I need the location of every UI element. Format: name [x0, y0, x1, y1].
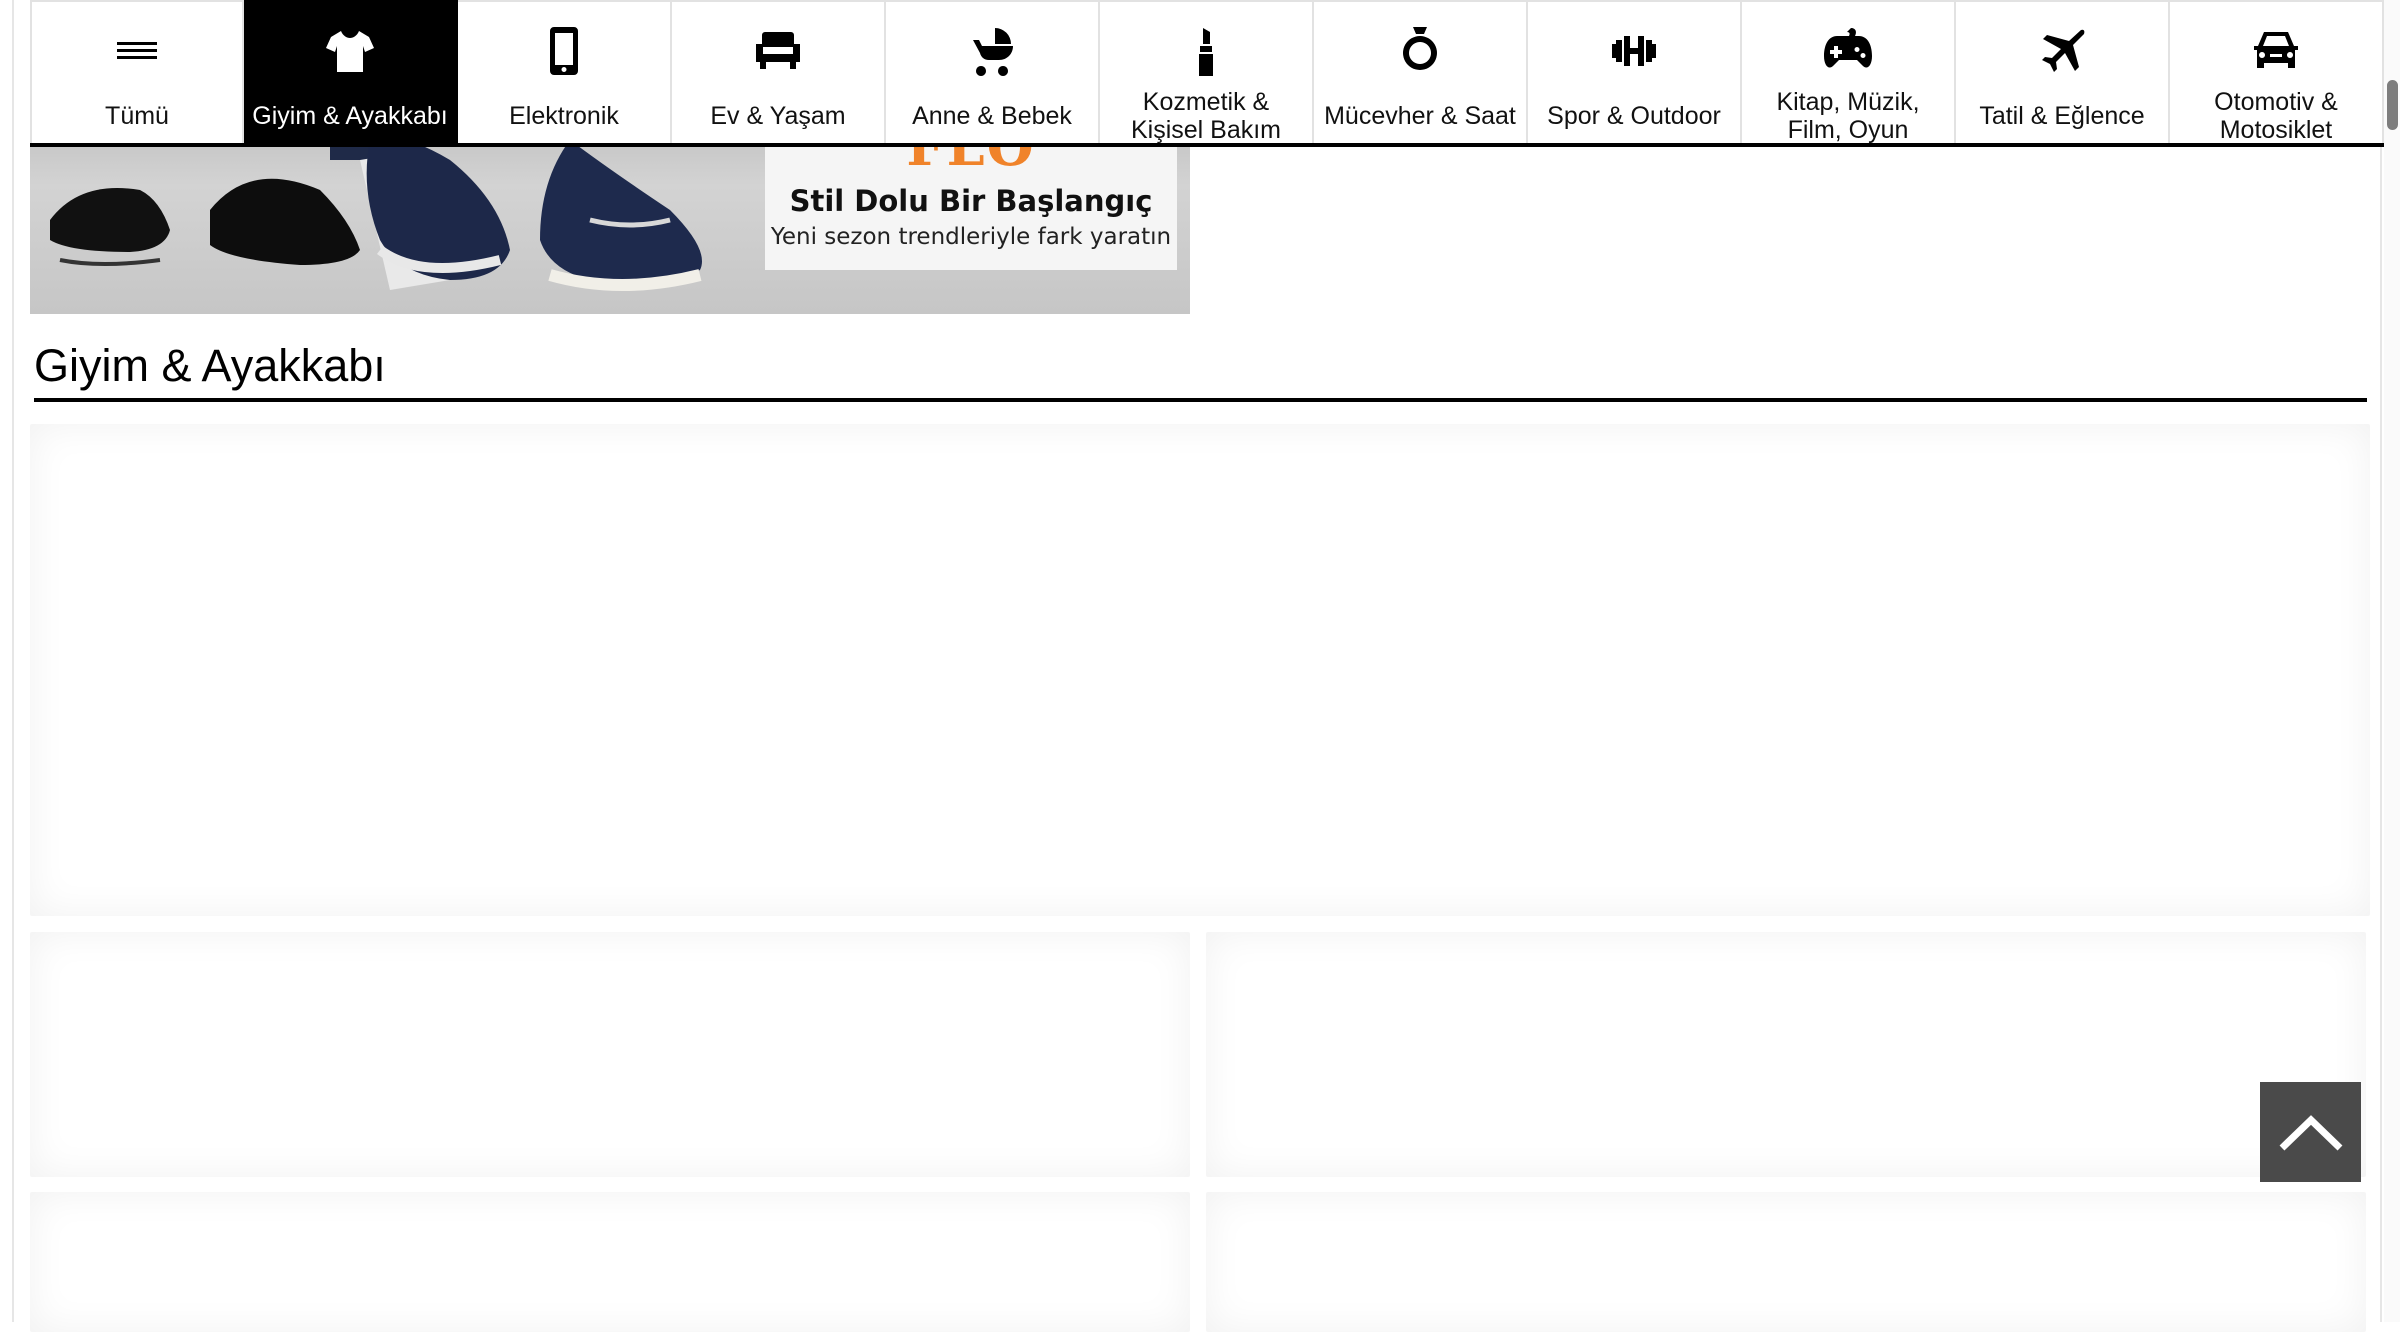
car-icon	[2246, 24, 2306, 78]
tshirt-icon	[320, 24, 380, 79]
section-title: Giyim & Ayakkabı	[34, 336, 2367, 402]
dumbbell-icon	[1604, 24, 1664, 79]
category-label: Kitap, Müzik, Film, Oyun	[1776, 88, 1920, 144]
product-placeholder-card	[30, 932, 1190, 1177]
category-tab-automotive[interactable]: Otomotiv & Motosiklet	[2170, 0, 2384, 144]
gamepad-icon	[1818, 24, 1878, 78]
airplane-icon	[2032, 24, 2092, 79]
category-label: Tümü	[105, 101, 169, 130]
armchair-icon	[748, 24, 808, 79]
ring-icon	[1390, 24, 1450, 79]
category-tab-sports-outdoor[interactable]: Spor & Outdoor	[1528, 0, 1742, 143]
category-tab-jewelry-watches[interactable]: Mücevher & Saat	[1314, 0, 1528, 143]
banner-title: Stil Dolu Bir Başlangıç	[789, 184, 1153, 218]
category-tab-mother-baby[interactable]: Anne & Bebek	[886, 0, 1100, 143]
lipstick-icon	[1176, 24, 1236, 78]
product-placeholder-card	[30, 424, 2370, 916]
menu-icon	[107, 24, 167, 79]
category-label: Kozmetik & Kişisel Bakım	[1130, 88, 1282, 144]
category-tab-books-music[interactable]: Kitap, Müzik, Film, Oyun	[1742, 0, 1956, 144]
category-label: Spor & Outdoor	[1547, 101, 1721, 130]
vertical-scrollbar[interactable]	[2384, 0, 2400, 1322]
category-label: Elektronik	[509, 101, 619, 130]
category-label: Otomotiv & Motosiklet	[2214, 88, 2338, 144]
category-tab-travel[interactable]: Tatil & Eğlence	[1956, 0, 2170, 143]
product-placeholder-card	[1206, 1192, 2366, 1332]
category-label: Ev & Yaşam	[710, 101, 846, 130]
category-tab-cosmetics[interactable]: Kozmetik & Kişisel Bakım	[1100, 0, 1314, 144]
product-placeholder-card	[1206, 932, 2366, 1177]
banner-subtitle: Yeni sezon trendleriyle fark yaratın	[770, 224, 1172, 250]
scrollbar-thumb[interactable]	[2387, 80, 2398, 130]
product-placeholder-card	[30, 1192, 1190, 1332]
category-label: Anne & Bebek	[912, 101, 1072, 130]
baby-stroller-icon	[962, 24, 1022, 79]
category-label: Giyim & Ayakkabı	[252, 101, 448, 130]
chevron-up-icon	[2279, 1115, 2342, 1151]
category-tab-all[interactable]: Tümü	[30, 0, 244, 143]
category-nav: Tümü Giyim & Ayakkabı Elektronik Ev & Ya…	[30, 0, 2385, 147]
category-label: Mücevher & Saat	[1324, 101, 1516, 130]
category-label: Tatil & Eğlence	[1979, 101, 2145, 130]
back-to-top-button[interactable]	[2260, 1082, 2361, 1182]
category-tab-home-living[interactable]: Ev & Yaşam	[672, 0, 886, 143]
banner-promo-box: FLO Stil Dolu Bir Başlangıç Yeni sezon t…	[765, 116, 1177, 270]
category-tab-electronics[interactable]: Elektronik	[458, 0, 672, 143]
category-tab-clothing-shoes[interactable]: Giyim & Ayakkabı	[244, 0, 458, 143]
smartphone-icon	[534, 24, 594, 79]
